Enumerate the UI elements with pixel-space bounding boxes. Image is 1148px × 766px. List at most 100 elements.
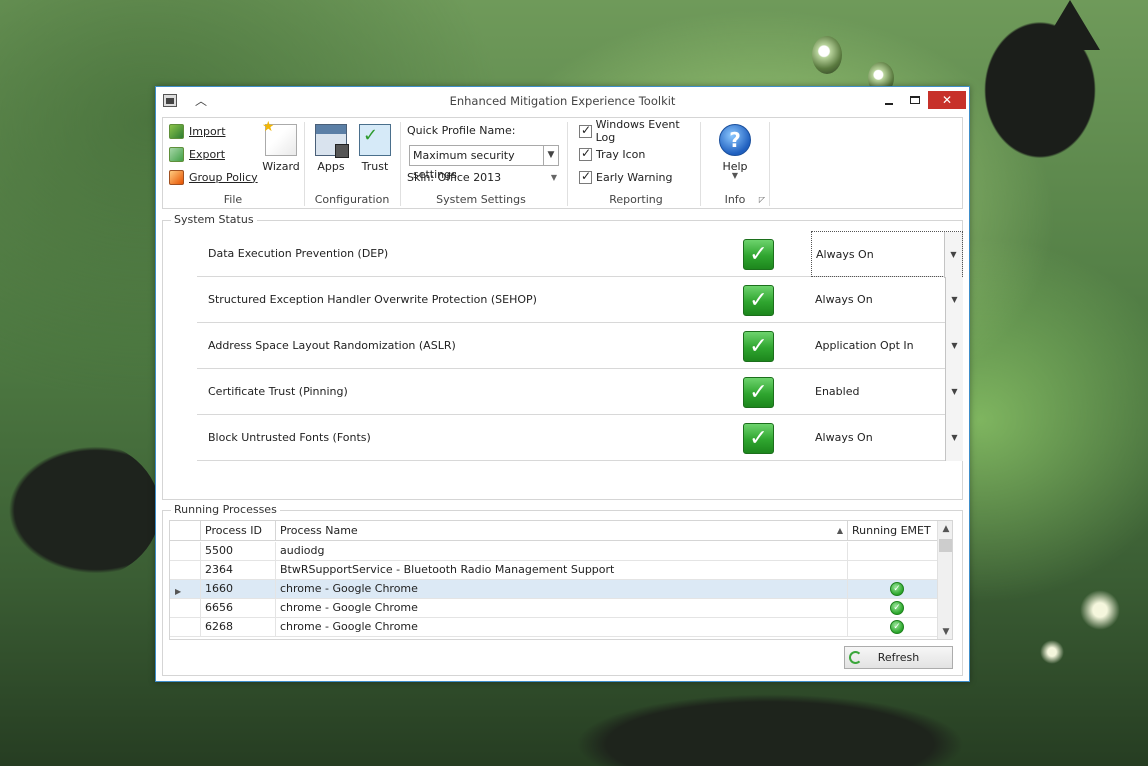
refresh-icon	[849, 651, 862, 664]
checkbox-checked-icon	[579, 123, 592, 138]
group-label-system-settings: System Settings	[436, 193, 526, 206]
import-button[interactable]: Import	[169, 122, 226, 140]
maximize-icon	[910, 96, 920, 104]
help-icon: ?	[719, 124, 751, 156]
row-indicator-cell	[170, 599, 201, 618]
export-button[interactable]: Export	[169, 145, 225, 163]
windows-event-log-label: Windows Event Log	[595, 118, 680, 144]
table-row[interactable]: 2364 BtwRSupportService - Bluetooth Radio…	[170, 561, 947, 580]
row-indicator-cell	[170, 618, 201, 637]
ribbon-group-file: Import Export Group Policy Wizard File	[163, 118, 303, 208]
mitigation-setting-select[interactable]: Always On ▼	[811, 231, 963, 278]
row-indicator-cell	[170, 542, 201, 561]
mitigation-setting-select[interactable]: Enabled ▼	[811, 369, 963, 415]
mitigation-name: Address Space Layout Randomization (ASLR…	[208, 339, 456, 352]
mitigation-setting-select[interactable]: Always On ▼	[811, 415, 963, 461]
wizard-label: Wizard	[262, 160, 300, 173]
export-icon	[169, 146, 184, 162]
wallpaper-glow	[1040, 640, 1064, 664]
running-processes-legend: Running Processes	[171, 503, 280, 516]
ribbon-group-system-settings: Quick Profile Name: Maximum security set…	[407, 118, 563, 208]
system-status-row: Data Execution Prevention (DEP) ✓ Always O…	[197, 231, 963, 278]
table-row[interactable]: 6656 chrome - Google Chrome ✓	[170, 599, 947, 618]
windows-event-log-checkbox[interactable]: Windows Event Log	[579, 118, 699, 144]
scroll-down-icon[interactable]: ▼	[938, 624, 952, 639]
column-header-running-emet[interactable]: Running EMET	[848, 521, 947, 541]
chevron-down-icon[interactable]: ▼	[543, 146, 558, 165]
vertical-scrollbar[interactable]: ▲ ▼	[937, 521, 952, 639]
running-emet-cell: ✓	[848, 618, 947, 637]
wallpaper-cat-eye	[812, 36, 842, 74]
skin-selector[interactable]: Skin: Office 2013 ▼	[407, 171, 557, 184]
checkbox-checked-icon	[579, 169, 592, 184]
mitigation-setting-select[interactable]: Always On ▼	[811, 277, 963, 323]
emet-running-icon: ✓	[890, 620, 904, 634]
process-id-cell: 1660	[201, 580, 276, 599]
scroll-up-icon[interactable]: ▲	[938, 521, 952, 538]
mitigation-name: Data Execution Prevention (DEP)	[208, 247, 389, 260]
ribbon-separator	[400, 122, 401, 206]
group-label-configuration: Configuration	[314, 193, 390, 206]
mitigation-name: Block Untrusted Fonts (Fonts)	[208, 431, 371, 444]
help-button[interactable]: ? Help ▼	[713, 124, 757, 180]
skin-label: Skin: Office 2013	[407, 171, 502, 184]
running-emet-cell	[848, 542, 947, 561]
trust-button[interactable]: Trust	[353, 124, 397, 173]
table-row[interactable]: 5500 audiodg	[170, 542, 947, 561]
group-policy-icon	[169, 169, 184, 185]
system-status-panel: System Status Data Execution Prevention …	[162, 213, 963, 500]
table-row[interactable]: 6268 chrome - Google Chrome ✓	[170, 618, 947, 637]
status-ok-icon: ✓	[743, 331, 774, 362]
wizard-button[interactable]: Wizard	[259, 119, 303, 173]
system-status-legend: System Status	[171, 213, 257, 226]
trust-icon	[359, 124, 391, 156]
wallpaper-glow	[1080, 590, 1120, 630]
maximize-button[interactable]	[902, 91, 928, 109]
ribbon-group-configuration: Apps Trust Configuration	[305, 118, 399, 208]
apps-label: Apps	[317, 160, 345, 173]
column-header-process-name[interactable]: Process Name ▲	[276, 521, 848, 541]
status-ok-icon: ✓	[743, 423, 774, 454]
emet-running-icon: ✓	[890, 601, 904, 615]
mitigation-name: Certificate Trust (Pinning)	[208, 385, 348, 398]
quick-profile-select[interactable]: Maximum security settings ▼	[409, 145, 559, 181]
system-status-row: Address Space Layout Randomization (ASLR…	[197, 323, 963, 369]
group-policy-button[interactable]: Group Policy	[169, 168, 258, 186]
export-label: Export	[189, 147, 226, 161]
chevron-down-icon: ▼	[731, 171, 739, 180]
early-warning-checkbox[interactable]: Early Warning	[579, 168, 673, 186]
wallpaper-paw	[0, 440, 160, 580]
tray-icon-label: Tray Icon	[596, 147, 646, 161]
process-grid[interactable]: Process ID Process Name ▲ Running EMET 5…	[169, 520, 953, 640]
import-label: Import	[189, 124, 226, 138]
table-row[interactable]: ▶ 1660 chrome - Google Chrome ✓	[170, 580, 947, 599]
scrollbar-thumb[interactable]	[939, 539, 952, 552]
close-button[interactable]: ✕	[928, 91, 966, 109]
group-label-reporting: Reporting	[609, 193, 663, 206]
minimize-icon	[885, 103, 893, 105]
chevron-down-icon[interactable]: ▼	[945, 277, 963, 323]
emet-running-icon: ✓	[890, 582, 904, 596]
process-id-cell: 5500	[201, 542, 276, 561]
import-icon	[169, 123, 184, 139]
refresh-label: Refresh	[877, 651, 920, 664]
minimize-button[interactable]	[876, 91, 902, 109]
mitigation-setting-select[interactable]: Application Opt In ▼	[811, 323, 963, 369]
dialog-launcher-icon[interactable]: ◸	[759, 195, 765, 204]
quick-profile-label: Quick Profile Name:	[407, 124, 516, 137]
process-name-header-label: Process Name	[280, 524, 358, 537]
tray-icon-checkbox[interactable]: Tray Icon	[579, 145, 645, 163]
mitigation-setting-value: Application Opt In	[815, 339, 914, 352]
title-bar[interactable]: ︿ Enhanced Mitigation Experience Toolkit…	[156, 87, 969, 115]
apps-button[interactable]: Apps	[309, 124, 353, 173]
window-title: Enhanced Mitigation Experience Toolkit	[449, 94, 676, 108]
group-label-file: File	[223, 193, 243, 206]
mitigation-setting-value: Always On	[816, 248, 874, 261]
ribbon-separator	[567, 122, 568, 206]
column-header-process-id[interactable]: Process ID	[201, 521, 276, 541]
chevron-down-icon[interactable]: ▼	[944, 232, 962, 278]
chevron-down-icon[interactable]: ▼	[945, 369, 963, 415]
refresh-button[interactable]: Refresh	[844, 646, 953, 669]
chevron-down-icon[interactable]: ▼	[945, 415, 963, 461]
chevron-down-icon[interactable]: ▼	[945, 323, 963, 369]
